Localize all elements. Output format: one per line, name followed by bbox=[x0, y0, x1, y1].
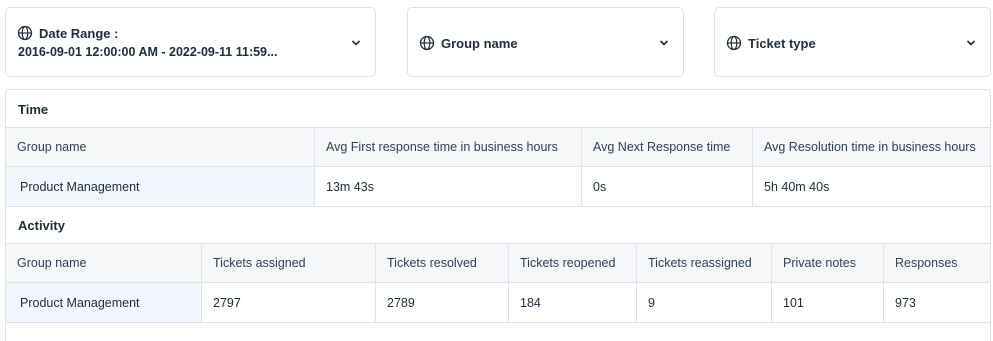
tickets-assigned-cell: 2797 bbox=[202, 283, 376, 322]
activity-section-title: Activity bbox=[18, 218, 65, 233]
column-header-avg-resolution[interactable]: Avg Resolution time in business hours bbox=[753, 128, 990, 166]
column-header-group-name[interactable]: Group name bbox=[6, 128, 315, 166]
activity-table: Group name Tickets assigned Tickets reso… bbox=[6, 243, 990, 323]
tickets-reopened-cell: 184 bbox=[509, 283, 637, 322]
column-header-tickets-reopened[interactable]: Tickets reopened bbox=[509, 244, 637, 282]
column-header-tickets-resolved[interactable]: Tickets resolved bbox=[376, 244, 509, 282]
date-range-label: Date Range : bbox=[39, 26, 119, 41]
column-header-responses[interactable]: Responses bbox=[884, 244, 990, 282]
responses-cell: 973 bbox=[895, 295, 916, 310]
table-row: Product Management 2797 2789 184 9 101 9… bbox=[6, 283, 990, 323]
tickets-resolved-cell: 2789 bbox=[376, 283, 509, 322]
table-row: Product Management 13m 43s 0s 5h 40m 40s bbox=[6, 167, 990, 207]
globe-icon bbox=[17, 25, 33, 41]
column-header-tickets-assigned[interactable]: Tickets assigned bbox=[202, 244, 376, 282]
group-name-cell: Product Management bbox=[6, 283, 202, 322]
avg-first-response-cell: 13m 43s bbox=[315, 167, 582, 206]
date-range-filter[interactable]: Date Range : 2016-09-01 12:00:00 AM - 20… bbox=[5, 7, 376, 77]
time-table-header: Group name Avg First response time in bu… bbox=[6, 127, 990, 167]
date-range-value: 2016-09-01 12:00:00 AM - 2022-09-11 11:5… bbox=[18, 45, 278, 59]
globe-icon bbox=[726, 35, 742, 51]
globe-icon bbox=[419, 35, 435, 51]
ticket-type-filter-label: Ticket type bbox=[748, 36, 816, 51]
report-panel: Time Group name Avg First response time … bbox=[5, 89, 991, 341]
group-name-cell: Product Management bbox=[6, 167, 315, 206]
avg-next-response-cell: 0s bbox=[582, 167, 753, 206]
column-header-group-name[interactable]: Group name bbox=[6, 244, 202, 282]
group-name-filter[interactable]: Group name bbox=[407, 7, 684, 77]
chevron-down-icon bbox=[659, 40, 669, 46]
ticket-type-filter[interactable]: Ticket type bbox=[714, 7, 991, 77]
avg-resolution-cell: 5h 40m 40s bbox=[764, 179, 830, 194]
chevron-down-icon bbox=[966, 40, 976, 46]
column-header-private-notes[interactable]: Private notes bbox=[772, 244, 884, 282]
activity-table-header: Group name Tickets assigned Tickets reso… bbox=[6, 243, 990, 283]
group-name-filter-label: Group name bbox=[441, 36, 518, 51]
column-header-tickets-reassigned[interactable]: Tickets reassigned bbox=[637, 244, 772, 282]
time-section-title: Time bbox=[18, 102, 49, 117]
column-header-avg-next-response[interactable]: Avg Next Response time bbox=[582, 128, 753, 166]
private-notes-cell: 101 bbox=[772, 283, 884, 322]
time-table: Group name Avg First response time in bu… bbox=[6, 127, 990, 207]
column-header-avg-first-response[interactable]: Avg First response time in business hour… bbox=[315, 128, 582, 166]
tickets-reassigned-cell: 9 bbox=[637, 283, 772, 322]
chevron-down-icon bbox=[351, 40, 361, 46]
